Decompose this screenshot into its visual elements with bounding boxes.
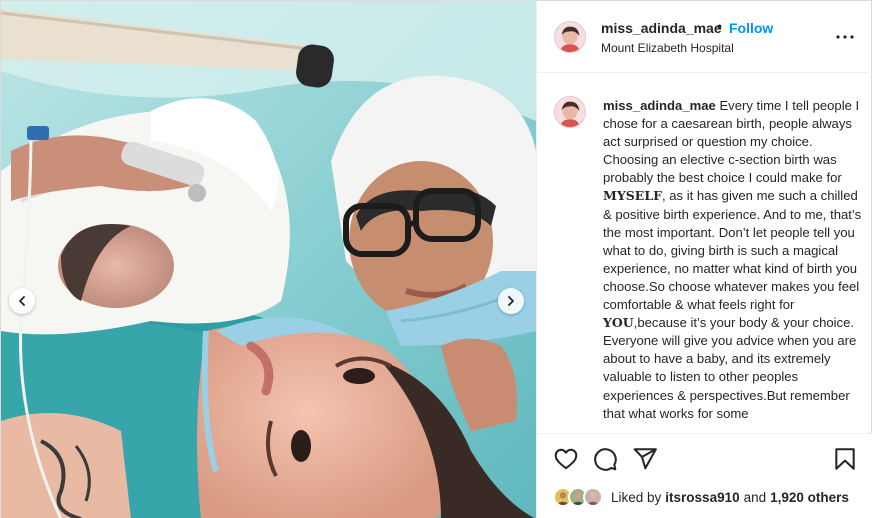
more-horizontal-icon [836, 35, 854, 39]
carousel-prev-button[interactable] [9, 288, 35, 314]
likes-and-label: and [743, 489, 767, 505]
likes-summary: Liked by itsrossa910 and 1,920 others [553, 486, 849, 508]
comment-button[interactable] [592, 446, 618, 472]
separator-dot: • [717, 18, 722, 34]
avatar[interactable] [554, 21, 586, 53]
caption-username[interactable]: miss_adinda_mae [603, 98, 716, 113]
post-location[interactable]: Mount Elizabeth Hospital [601, 41, 734, 55]
post-side-panel: miss_adinda_mae • Follow Mount Elizabeth… [536, 1, 872, 518]
send-icon [633, 448, 657, 470]
liker-picture [586, 492, 600, 505]
bookmark-icon [835, 448, 855, 470]
liked-by-label: Liked by [611, 489, 662, 505]
likes-count-link[interactable]: 1,920 others [770, 490, 849, 505]
post-image [1, 1, 536, 518]
post-author-username[interactable]: miss_adinda_mae [601, 20, 722, 36]
caption-text-3: ,because it’s your body & your choice. E… [603, 315, 857, 421]
post-actions: Liked by itsrossa910 and 1,920 others [537, 433, 872, 518]
post-header: miss_adinda_mae • Follow Mount Elizabeth… [537, 1, 872, 73]
caption-section: miss_adinda_mae Every time I tell people… [537, 74, 872, 429]
likers-avatars[interactable] [553, 487, 605, 507]
chevron-left-icon [19, 296, 25, 306]
share-button[interactable] [632, 446, 658, 472]
carousel-next-button[interactable] [498, 288, 524, 314]
more-options-button[interactable] [833, 25, 857, 49]
liker-avatar [583, 487, 603, 507]
post-photo[interactable] [1, 1, 536, 518]
caption-text-2: , as it has given me such a chilled & po… [603, 188, 862, 313]
heart-icon [554, 448, 578, 470]
caption-emphasis-myself: MYSELF [603, 188, 662, 204]
save-button[interactable] [832, 446, 858, 472]
like-button[interactable] [553, 446, 579, 472]
chevron-right-icon [508, 296, 514, 306]
post-caption: miss_adinda_mae Every time I tell people… [603, 97, 865, 423]
caption-avatar[interactable] [554, 96, 586, 128]
comment-icon [594, 448, 617, 471]
liker-username[interactable]: itsrossa910 [665, 490, 739, 505]
profile-picture [555, 22, 585, 52]
instagram-post: miss_adinda_mae • Follow Mount Elizabeth… [0, 0, 872, 518]
profile-picture [555, 97, 585, 127]
follow-button[interactable]: Follow [729, 20, 773, 36]
caption-emphasis-you: YOU [603, 315, 634, 331]
